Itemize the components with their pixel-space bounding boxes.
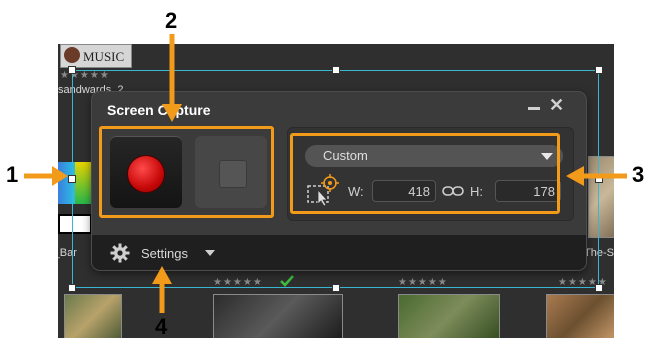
callout-arrows [24, 34, 627, 313]
callout-number-3: 3 [632, 162, 645, 187]
callout-number-2: 2 [165, 8, 178, 33]
callout-number-1: 1 [6, 162, 19, 187]
callout-number-4: 4 [155, 314, 168, 339]
